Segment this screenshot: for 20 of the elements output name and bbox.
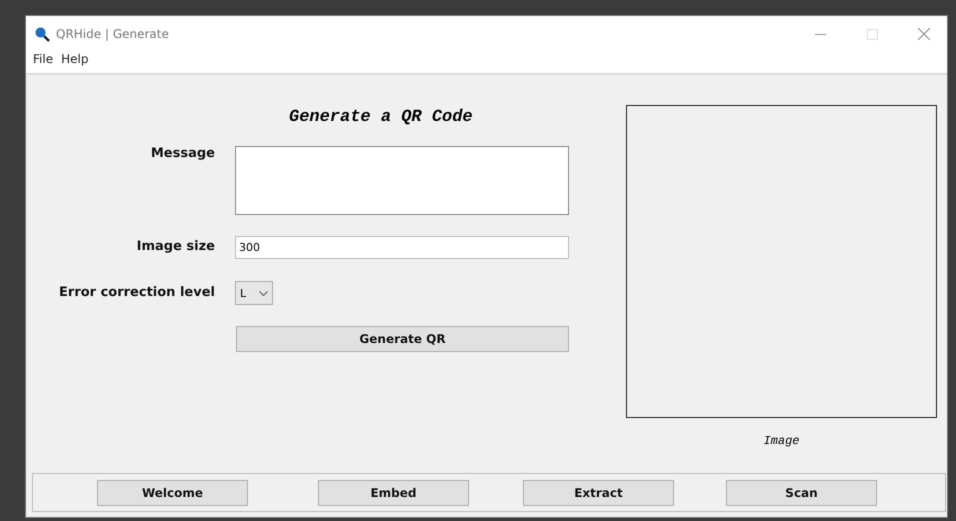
message-field[interactable]	[235, 146, 569, 215]
chevron-down-icon	[259, 290, 268, 296]
menu-item[interactable]: Help	[58, 52, 92, 66]
error-correction-dropdown[interactable]: L	[235, 281, 273, 305]
nav-button[interactable]: Extract	[523, 480, 674, 506]
window-title: QRHide | Generate	[56, 27, 170, 41]
image-size-field[interactable]: 300	[235, 236, 569, 259]
menu-item[interactable]: File	[30, 52, 56, 66]
image-caption: Image	[763, 434, 800, 448]
image-size-label: Image size	[136, 239, 215, 254]
close-icon	[918, 28, 930, 40]
maximize-icon	[866, 28, 878, 40]
message-label: Message	[150, 146, 215, 161]
nav-button[interactable]: Welcome	[97, 480, 248, 506]
form-heading: Generate a QR Code	[289, 108, 473, 127]
magnifier-icon	[34, 26, 50, 42]
nav-button[interactable]: Embed	[318, 480, 469, 506]
generate-button[interactable]: Generate QR	[236, 326, 569, 352]
nav-button[interactable]: Scan	[726, 480, 877, 506]
error-correction-label: Error correction level	[58, 285, 215, 300]
